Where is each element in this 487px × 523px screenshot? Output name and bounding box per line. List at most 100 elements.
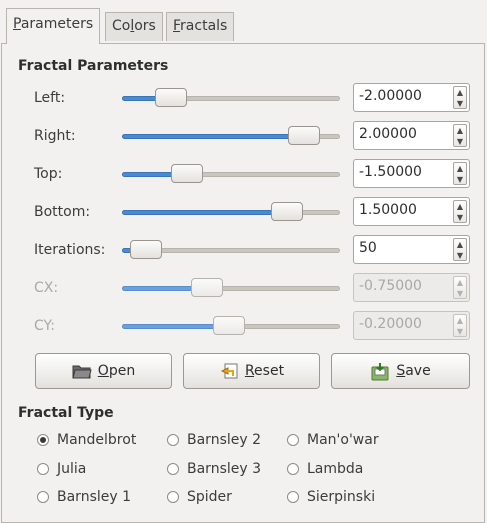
fractal-type-heading: Fractal Type — [18, 405, 114, 421]
cy-label: CY: — [34, 318, 55, 334]
spin-buttons: ▲ ▼ — [453, 200, 467, 223]
radio-label: Lambda — [307, 461, 364, 477]
radio-barnsley-1[interactable]: Barnsley 1 — [37, 489, 131, 505]
iterations-slider[interactable] — [122, 240, 340, 259]
slider-handle[interactable] — [130, 240, 162, 259]
radio-unchecked-icon — [37, 463, 49, 475]
radio-unchecked-icon — [167, 463, 179, 475]
open-mnemonic: O — [97, 363, 109, 379]
slider-fill — [122, 134, 306, 139]
radio-sierpinski[interactable]: Sierpinski — [287, 489, 375, 505]
save-mnemonic: S — [396, 363, 406, 379]
top-label: Top: — [34, 166, 63, 182]
right-spinbutton: ▲ ▼ — [353, 121, 470, 150]
decrement-icon[interactable]: ▼ — [454, 250, 466, 261]
decrement-icon[interactable]: ▼ — [454, 174, 466, 185]
slider-handle[interactable] — [288, 126, 320, 145]
revert-icon — [219, 363, 239, 379]
radio-checked-icon — [37, 434, 49, 446]
radio-julia[interactable]: Julia — [37, 461, 86, 477]
left-label: Left: — [34, 90, 66, 106]
radio-unchecked-icon — [287, 434, 299, 446]
increment-icon[interactable]: ▲ — [454, 87, 466, 98]
decrement-icon[interactable]: ▼ — [454, 98, 466, 109]
spin-buttons: ▲ ▼ — [453, 86, 467, 109]
radio-barnsley-3[interactable]: Barnsley 3 — [167, 461, 261, 477]
tab-bar: Parameters Colors Fractals — [0, 0, 487, 44]
folder-open-icon — [72, 363, 92, 379]
iterations-label: Iterations: — [34, 242, 106, 258]
decrement-icon[interactable]: ▼ — [454, 136, 466, 147]
right-slider[interactable] — [122, 126, 340, 145]
left-spinbutton: ▲ ▼ — [353, 83, 470, 112]
increment-icon[interactable]: ▲ — [454, 125, 466, 136]
increment-icon[interactable]: ▲ — [454, 163, 466, 174]
reset-button[interactable]: Reset — [183, 353, 320, 389]
slider-handle[interactable] — [171, 164, 203, 183]
decrement-icon: ▼ — [456, 327, 464, 336]
increment-icon: ▲ — [456, 316, 464, 325]
tab-fractals[interactable]: Fractals — [166, 12, 235, 41]
radio-label: Spider — [187, 489, 232, 505]
cy-slider — [122, 316, 340, 335]
right-label: Right: — [34, 128, 76, 144]
radio-label: Mandelbrot — [57, 432, 137, 448]
radio-barnsley-2[interactable]: Barnsley 2 — [167, 432, 261, 448]
cx-label: CX: — [34, 280, 59, 296]
open-button[interactable]: Open — [35, 353, 172, 389]
radio-unchecked-icon — [167, 434, 179, 446]
bottom-value-input[interactable] — [359, 202, 447, 218]
spin-buttons: ▲ ▼ — [453, 124, 467, 147]
decrement-icon: ▼ — [456, 289, 464, 298]
tab-label-part: Co — [112, 18, 131, 34]
save-label: ave — [405, 363, 431, 379]
left-slider[interactable] — [122, 88, 340, 107]
iterations-value-input[interactable] — [359, 240, 447, 256]
tab-parameters[interactable]: Parameters — [6, 8, 101, 44]
radio-label: Barnsley 1 — [57, 489, 132, 505]
radio-label: Man'o'war — [307, 432, 379, 448]
radio-unchecked-icon — [167, 491, 179, 503]
radio-spider[interactable]: Spider — [167, 489, 232, 505]
radio-lambda[interactable]: Lambda — [287, 461, 363, 477]
radio-unchecked-icon — [287, 491, 299, 503]
radio-label: Barnsley 2 — [187, 432, 262, 448]
radio-label: Barnsley 3 — [187, 461, 262, 477]
left-value-input[interactable] — [359, 88, 447, 104]
radio-mandelbrot[interactable]: Mandelbrot — [37, 432, 136, 448]
bottom-spinbutton: ▲ ▼ — [353, 197, 470, 226]
cx-value-input — [359, 278, 447, 294]
reset-mnemonic: R — [244, 363, 255, 379]
cx-slider — [122, 278, 340, 297]
radio-label: Julia — [57, 461, 87, 477]
bottom-slider[interactable] — [122, 202, 340, 221]
top-slider[interactable] — [122, 164, 340, 183]
save-button[interactable]: Save — [331, 353, 470, 389]
cy-value-input — [359, 316, 447, 332]
tab-label-part: ractals — [180, 18, 228, 34]
slider-handle[interactable] — [271, 202, 303, 221]
spin-buttons: ▲ ▼ — [453, 238, 467, 261]
increment-icon[interactable]: ▲ — [454, 239, 466, 250]
slider-fill — [122, 210, 290, 215]
increment-icon[interactable]: ▲ — [454, 201, 466, 212]
slider-handle[interactable] — [155, 88, 187, 107]
spin-buttons: ▲ ▼ — [453, 162, 467, 185]
spin-buttons: ▲ ▼ — [453, 276, 467, 299]
right-value-input[interactable] — [359, 126, 447, 142]
tab-label-mnemonic: F — [173, 18, 181, 34]
radio-manowar[interactable]: Man'o'war — [287, 432, 379, 448]
slider-handle — [191, 278, 223, 297]
radio-label: Sierpinski — [307, 489, 376, 505]
increment-icon: ▲ — [456, 278, 464, 287]
decrement-icon[interactable]: ▼ — [454, 212, 466, 223]
cy-spinbutton: ▲ ▼ — [353, 311, 470, 340]
reset-label: eset — [254, 363, 285, 379]
iterations-spinbutton: ▲ ▼ — [353, 235, 470, 264]
open-label: pen — [108, 363, 136, 379]
top-value-input[interactable] — [359, 164, 447, 180]
tab-label-mnemonic: P — [13, 16, 21, 32]
radio-unchecked-icon — [37, 491, 49, 503]
tab-colors[interactable]: Colors — [105, 12, 163, 41]
top-spinbutton: ▲ ▼ — [353, 159, 470, 188]
